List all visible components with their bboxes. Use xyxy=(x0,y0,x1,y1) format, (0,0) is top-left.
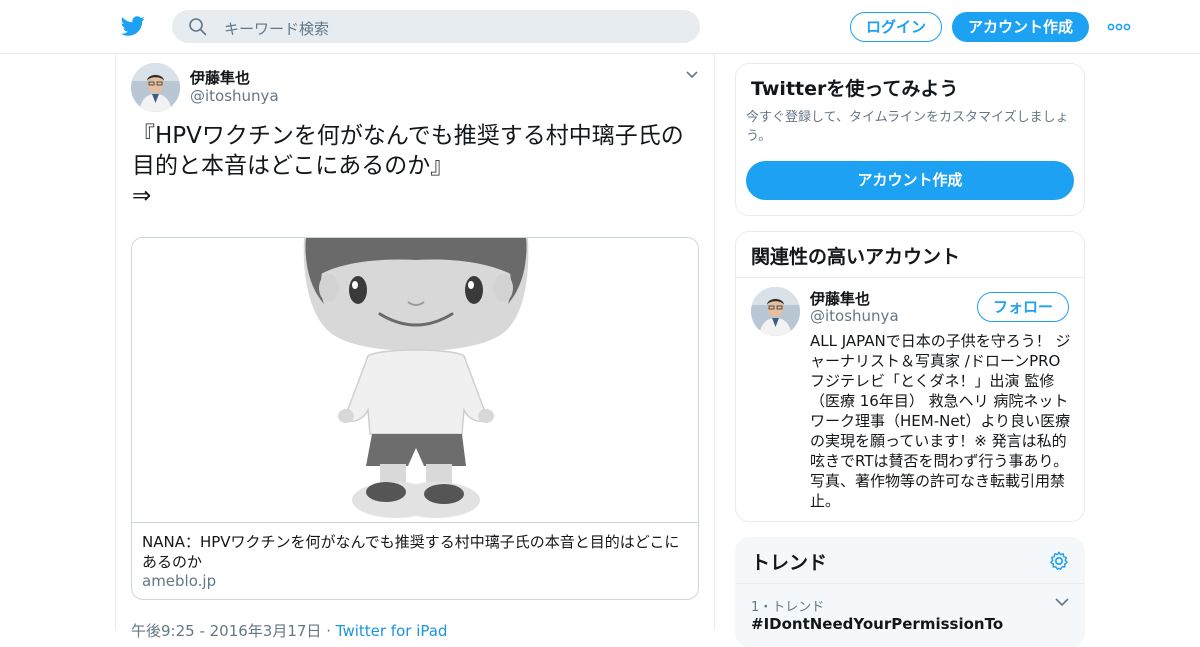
related-account-handle[interactable]: @itoshunya xyxy=(810,307,899,325)
card-title[interactable]: NANA：HPVワクチンを何がなんでも推奨する村中璃子氏の本音と目的はどこにある… xyxy=(142,532,687,572)
signup-panel: Twitterを使ってみよう 今すぐ登録して、タイムラインをカスタマイズしましょ… xyxy=(735,63,1085,216)
related-account-avatar[interactable] xyxy=(751,287,800,336)
divider xyxy=(736,583,1084,584)
signup-button[interactable]: アカウント作成 xyxy=(952,12,1089,42)
tweet-text-line: 目的と本音はどこにあるのか』 xyxy=(132,153,454,179)
tweet-metadata: 午後9:25 - 2016年3月17日 · Twitter for iPad xyxy=(131,620,447,641)
tweet-text-line: 『HPVワクチンを何がなんでも推奨する村中璃子氏の xyxy=(132,123,684,149)
trend-item[interactable]: #IDontNeedYourPermissionTo xyxy=(751,615,1003,633)
link-preview-card[interactable]: NANA：HPVワクチンを何がなんでも推奨する村中璃子氏の本音と目的はどこにある… xyxy=(131,237,699,600)
trend-meta: 1・トレンド xyxy=(751,600,825,615)
tweet-timestamp[interactable]: 午後9:25 - 2016年3月17日 xyxy=(131,622,321,640)
twitter-bird-icon[interactable] xyxy=(120,14,146,38)
chevron-down-icon[interactable] xyxy=(684,68,700,82)
related-accounts-title: 関連性の高いアカウント xyxy=(751,246,961,268)
card-image[interactable] xyxy=(132,238,698,523)
meta-separator: · xyxy=(321,622,336,640)
login-button[interactable]: ログイン xyxy=(850,12,942,42)
tweet-source-link[interactable]: Twitter for iPad xyxy=(336,622,448,640)
cartoon-boy-image xyxy=(303,238,529,518)
related-accounts-panel: 関連性の高いアカウント 伊藤隼也 @itoshunya フォロー ALL JAP… xyxy=(735,231,1085,522)
signup-panel-title: Twitterを使ってみよう xyxy=(751,78,959,100)
search-placeholder: キーワード検索 xyxy=(224,20,330,38)
card-domain: ameblo.jp xyxy=(142,572,217,590)
gear-icon[interactable] xyxy=(1048,550,1070,572)
person-photo-icon xyxy=(131,63,180,112)
author-avatar[interactable] xyxy=(131,63,180,112)
trends-title: トレンド xyxy=(751,552,828,574)
search-box[interactable]: キーワード検索 xyxy=(172,10,700,43)
trends-panel: トレンド 1・トレンド #IDontNeedYourPermissionTo xyxy=(735,537,1085,647)
person-photo-icon xyxy=(751,287,800,336)
related-account-name[interactable]: 伊藤隼也 xyxy=(810,288,870,309)
tweet-text-line[interactable]: ⇒ xyxy=(132,181,702,211)
follow-button[interactable]: フォロー xyxy=(977,292,1069,322)
signup-panel-button[interactable]: アカウント作成 xyxy=(746,161,1074,200)
top-navigation-bar: キーワード検索 ログイン アカウント作成 xyxy=(0,0,1200,54)
related-account-bio: ALL JAPANで日本の子供を守ろう！ ジャーナリスト＆写真家 /ドローンPR… xyxy=(810,332,1071,510)
tweet-text: 『HPVワクチンを何がなんでも推奨する村中璃子氏の 目的と本音はどこにあるのか』… xyxy=(132,121,702,211)
more-dots-icon[interactable] xyxy=(1107,18,1131,36)
author-handle[interactable]: @itoshunya xyxy=(190,87,279,105)
chevron-down-icon[interactable] xyxy=(1054,596,1070,608)
author-name[interactable]: 伊藤隼也 xyxy=(190,67,250,88)
signup-panel-description: 今すぐ登録して、タイムラインをカスタマイズしましょう。 xyxy=(746,110,1069,144)
search-icon xyxy=(189,18,207,36)
tweet-column: 伊藤隼也 @itoshunya 『HPVワクチンを何がなんでも推奨する村中璃子氏… xyxy=(115,54,715,640)
divider xyxy=(736,277,1084,278)
